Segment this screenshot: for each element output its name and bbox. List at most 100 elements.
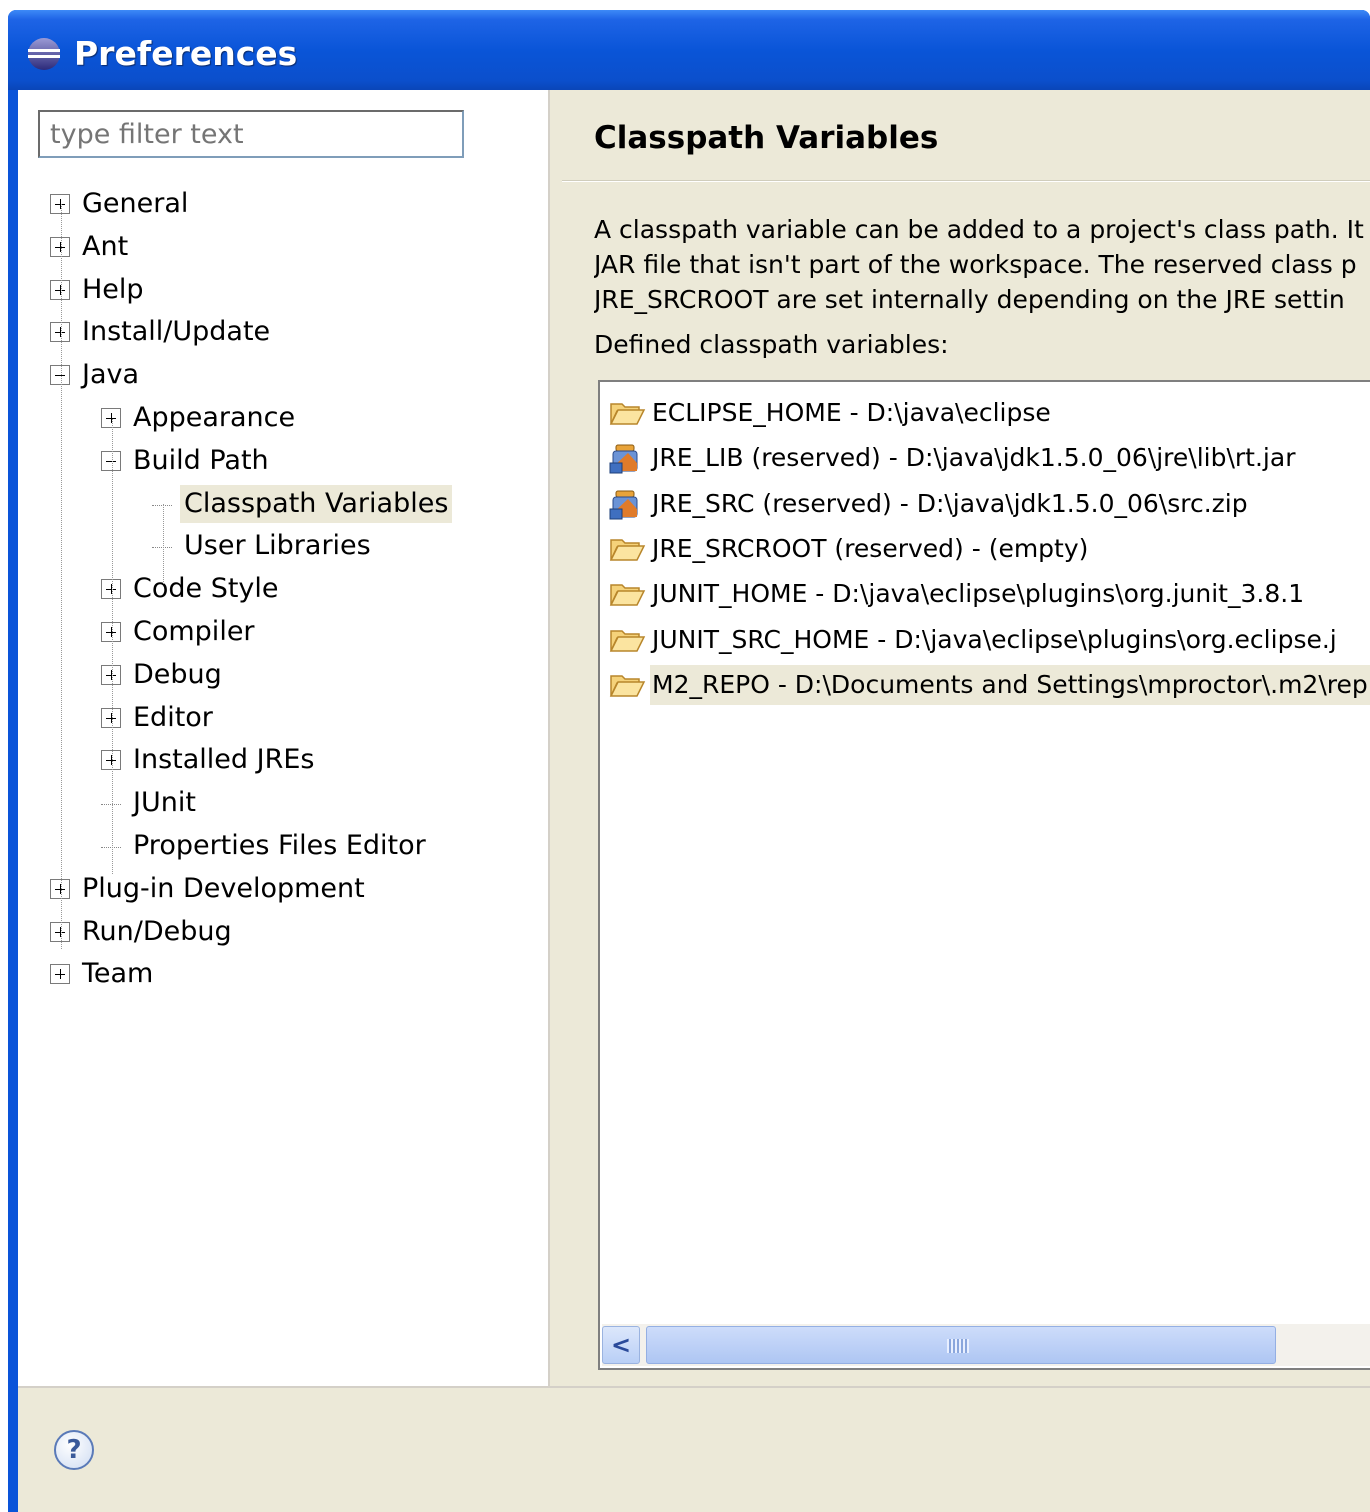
- tree-guide-line: [112, 419, 113, 874]
- tree-item[interactable]: General: [50, 184, 192, 224]
- preference-tree-pane: General Ant Help Install/Update Java Appearan…: [18, 90, 550, 1386]
- tree-item-label: Team: [82, 958, 154, 989]
- expand-icon[interactable]: [50, 879, 70, 899]
- variable-text: JRE_SRC (reserved) - D:\java\jdk1.5.0_06…: [652, 488, 1248, 518]
- tree-item-label: Plug-in Development: [82, 873, 365, 904]
- folder-icon: [608, 532, 646, 566]
- tree-connector: [152, 546, 172, 548]
- tree-item-label: Debug: [133, 659, 222, 690]
- folder-icon: [608, 396, 646, 430]
- page-title: Classpath Variables: [594, 120, 939, 156]
- dialog-body: General Ant Help Install/Update Java Appearan…: [18, 90, 1370, 1512]
- jar-library-icon: [608, 441, 646, 475]
- tree-item[interactable]: Properties Files Editor: [101, 826, 430, 866]
- variable-text: JUNIT_HOME - D:\java\eclipse\plugins\org…: [652, 579, 1305, 609]
- expand-icon[interactable]: [101, 408, 121, 428]
- expand-icon[interactable]: [101, 622, 121, 642]
- window-title: Preferences: [74, 34, 298, 73]
- folder-icon: [608, 577, 646, 611]
- expand-icon[interactable]: [50, 322, 70, 342]
- expand-icon[interactable]: [50, 922, 70, 942]
- description-line: A classpath variable can be added to a p…: [594, 215, 1364, 244]
- tree-item-label: Properties Files Editor: [133, 830, 426, 861]
- tree-item-label: Compiler: [133, 616, 255, 647]
- variables-list[interactable]: ECLIPSE_HOME - D:\java\eclipse JRE_LIB (r…: [598, 380, 1370, 1370]
- tree-item[interactable]: JUnit: [101, 783, 200, 823]
- variable-list-item[interactable]: JRE_SRC (reserved) - D:\java\jdk1.5.0_06…: [608, 483, 1250, 525]
- scroll-thumb[interactable]: [646, 1326, 1276, 1364]
- tree-item-label: Editor: [133, 702, 213, 733]
- dialog-footer: ?: [18, 1386, 1370, 1512]
- tree-item-label: Code Style: [133, 573, 279, 604]
- tree-connector: [101, 846, 121, 848]
- variable-text: JRE_SRCROOT (reserved) - (empty): [652, 533, 1089, 563]
- tree-item[interactable]: Plug-in Development: [50, 869, 369, 909]
- jar-library-icon: [608, 487, 646, 521]
- eclipse-icon: [28, 38, 60, 70]
- tree-item[interactable]: Team: [50, 954, 157, 994]
- tree-item[interactable]: Editor: [101, 698, 217, 738]
- variable-list-item[interactable]: JUNIT_SRC_HOME - D:\java\eclipse\plugins…: [608, 619, 1339, 661]
- expand-icon[interactable]: [50, 237, 70, 257]
- folder-icon: [608, 623, 646, 657]
- expand-icon[interactable]: [101, 579, 121, 599]
- horizontal-scrollbar[interactable]: <: [602, 1324, 1370, 1366]
- tree-item-label: Ant: [82, 231, 129, 262]
- tree-item[interactable]: Debug: [101, 655, 226, 695]
- tree-item[interactable]: Run/Debug: [50, 912, 236, 952]
- variable-text: M2_REPO - D:\Documents and Settings\mpro…: [650, 664, 1370, 705]
- tree-item[interactable]: Appearance: [101, 398, 299, 438]
- tree-item-label: Install/Update: [82, 316, 271, 347]
- tree-item[interactable]: Java: [50, 355, 143, 395]
- tree-item-label: Installed JREs: [133, 744, 315, 775]
- tree-item[interactable]: User Libraries: [152, 526, 375, 566]
- collapse-icon[interactable]: [101, 451, 121, 471]
- tree-item[interactable]: Build Path: [101, 441, 273, 481]
- tree-item[interactable]: Code Style: [101, 569, 283, 609]
- tree-connector: [152, 504, 172, 506]
- variable-text: JRE_LIB (reserved) - D:\java\jdk1.5.0_06…: [652, 443, 1296, 473]
- tree-item-label: JUnit: [133, 787, 196, 818]
- scroll-left-button[interactable]: <: [602, 1326, 640, 1364]
- title-bar[interactable]: Preferences: [8, 10, 1370, 90]
- description-line: JRE_SRCROOT are set internally depending…: [594, 285, 1345, 314]
- filter-input[interactable]: [38, 110, 464, 158]
- tree-item[interactable]: Help: [50, 270, 148, 310]
- tree-item[interactable]: Install/Update: [50, 312, 274, 352]
- description-line: JAR file that isn't part of the workspac…: [594, 250, 1357, 279]
- defined-variables-label: Defined classpath variables:: [594, 330, 949, 359]
- tree-item-label: Build Path: [133, 445, 269, 476]
- expand-icon[interactable]: [101, 708, 121, 728]
- tree-item-label: Run/Debug: [82, 916, 232, 947]
- expand-icon[interactable]: [50, 280, 70, 300]
- tree-item[interactable]: Classpath Variables: [152, 484, 453, 524]
- expand-icon[interactable]: [101, 750, 121, 770]
- tree-item[interactable]: Compiler: [101, 612, 259, 652]
- tree-item-label: General: [82, 188, 189, 219]
- tree-item-label: Classpath Variables: [180, 485, 453, 523]
- title-separator: [562, 180, 1370, 182]
- tree-item-label: Appearance: [133, 402, 296, 433]
- collapse-icon[interactable]: [50, 365, 70, 385]
- preferences-window: Preferences General Ant Help Install/Update…: [8, 10, 1370, 1512]
- tree-guide-line: [61, 204, 62, 949]
- expand-icon[interactable]: [50, 194, 70, 214]
- tree-item-label: User Libraries: [184, 530, 371, 561]
- tree-guide-line: [163, 504, 164, 584]
- expand-icon[interactable]: [101, 665, 121, 685]
- variable-text: JUNIT_SRC_HOME - D:\java\eclipse\plugins…: [652, 624, 1337, 654]
- variable-list-item[interactable]: JUNIT_HOME - D:\java\eclipse\plugins\org…: [608, 573, 1306, 615]
- tree-item-label: Help: [82, 274, 144, 305]
- variable-list-item[interactable]: ECLIPSE_HOME - D:\java\eclipse: [608, 392, 1053, 434]
- expand-icon[interactable]: [50, 964, 70, 984]
- tree-item[interactable]: Installed JREs: [101, 740, 318, 780]
- help-button[interactable]: ?: [54, 1430, 94, 1470]
- variable-list-item[interactable]: JRE_SRCROOT (reserved) - (empty): [608, 528, 1090, 570]
- page-description: A classpath variable can be added to a p…: [594, 212, 1370, 322]
- variable-text: ECLIPSE_HOME - D:\java\eclipse: [652, 398, 1051, 427]
- variable-list-item[interactable]: JRE_LIB (reserved) - D:\java\jdk1.5.0_06…: [608, 437, 1297, 479]
- tree-item[interactable]: Ant: [50, 227, 132, 267]
- tree-connector: [101, 803, 121, 805]
- tree-item-label: Java: [82, 359, 140, 390]
- variable-list-item[interactable]: M2_REPO - D:\Documents and Settings\mpro…: [608, 664, 1370, 706]
